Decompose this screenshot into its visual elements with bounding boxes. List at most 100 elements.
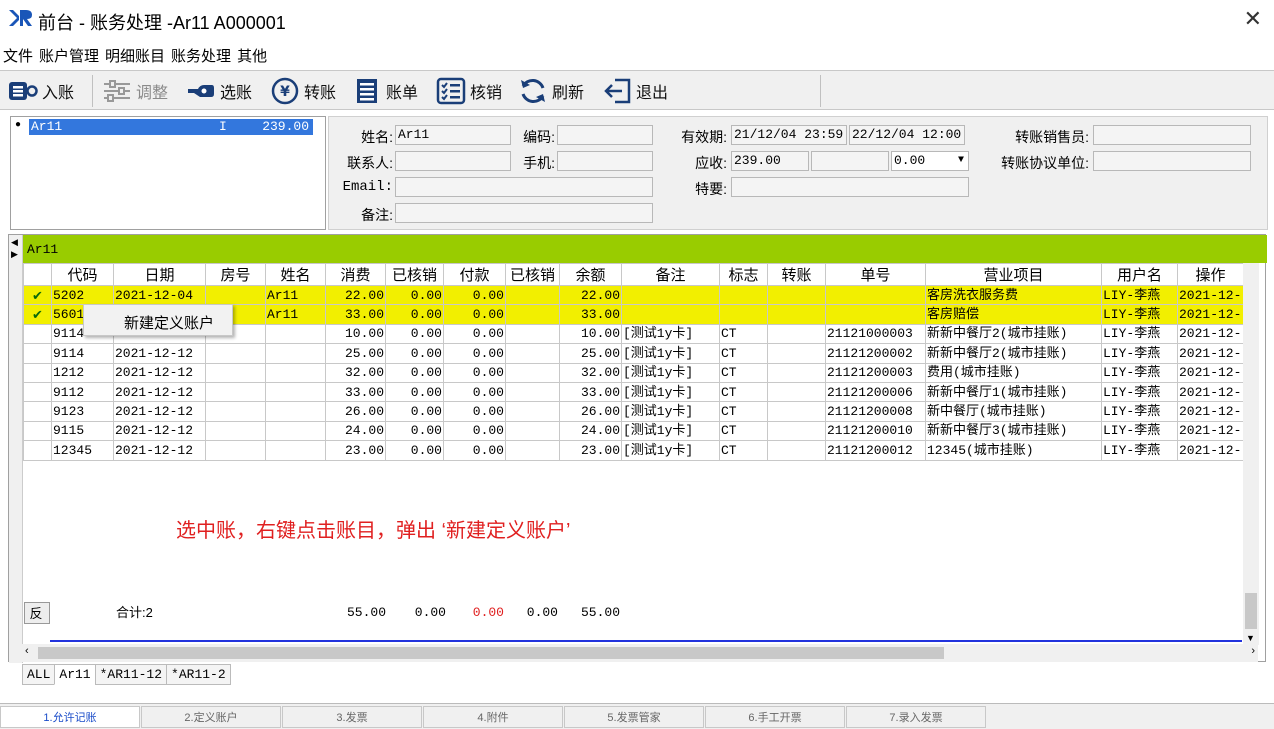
code-field[interactable] <box>557 125 653 145</box>
table-cell: CT <box>719 323 768 345</box>
tab-enter-invoice[interactable]: 7.录入发票 <box>846 706 986 728</box>
table-cell: 0.00 <box>443 304 506 325</box>
table-row[interactable]: ✔ 5202 2021-12-04 Ar11 22.00 0.00 0.00 22.00 客房洗… <box>23 284 1244 306</box>
column-header[interactable]: 消费 <box>325 263 386 286</box>
row-check-cell[interactable] <box>23 440 52 461</box>
select-account-button[interactable]: 选账 <box>186 75 252 107</box>
special-field[interactable] <box>731 177 969 197</box>
menu-accounting[interactable]: 账务处理 <box>168 42 234 69</box>
scroll-left-icon[interactable]: ‹ <box>25 645 29 657</box>
transfer-unit-field[interactable] <box>1093 151 1251 171</box>
row-check-cell[interactable] <box>23 401 52 422</box>
table-row[interactable]: 12345 2021-12-12 23.00 0.00 0.00 23.00 [测试1y卡]… <box>23 440 1244 461</box>
table-cell: 2021-12- <box>1177 401 1244 422</box>
mobile-field[interactable] <box>557 151 653 171</box>
table-row[interactable]: 9114 2021-12-12 25.00 0.00 0.00 25.00 [测试1y卡] C… <box>23 343 1244 364</box>
table-row[interactable]: 9123 2021-12-12 26.00 0.00 0.00 26.00 [测试1y卡] C… <box>23 401 1244 422</box>
close-icon[interactable]: ✕ <box>1244 6 1262 32</box>
column-header[interactable]: 日期 <box>113 263 206 286</box>
sub-tab-all[interactable]: ALL <box>22 664 56 685</box>
table-row[interactable]: 9112 2021-12-12 33.00 0.00 0.00 33.00 [测试1y卡] C… <box>23 381 1244 403</box>
row-check-cell[interactable] <box>23 420 52 442</box>
bill-button[interactable]: 账单 <box>354 75 418 107</box>
column-header[interactable]: 付款 <box>443 263 506 286</box>
name-field[interactable]: Ar11 <box>395 125 511 145</box>
account-list-item[interactable]: Ar11 I 239.00 <box>29 119 313 135</box>
table-cell <box>205 284 266 306</box>
row-check-cell[interactable] <box>23 323 52 345</box>
table-cell: [测试1y卡] <box>621 420 720 442</box>
sub-tab-ar11-2[interactable]: *AR11-2 <box>166 664 231 685</box>
total-written-off-2: 0.00 <box>526 605 558 620</box>
receivable-field[interactable]: 239.00 <box>731 151 809 171</box>
column-header[interactable]: 代码 <box>51 263 114 286</box>
menu-other[interactable]: 其他 <box>234 42 270 69</box>
refresh-button[interactable]: 刷新 <box>518 75 584 107</box>
contact-field[interactable] <box>395 151 511 171</box>
tab-attachment[interactable]: 4.附件 <box>423 706 563 728</box>
scroll-down-icon[interactable]: ▼ <box>1246 633 1255 643</box>
remark-field[interactable] <box>395 203 653 223</box>
table-cell: 33.00 <box>325 381 386 403</box>
menu-detail-items[interactable]: 明细账目 <box>102 42 168 69</box>
writeoff-button[interactable]: 核销 <box>436 75 502 107</box>
column-header[interactable]: 姓名 <box>265 263 326 286</box>
table-cell <box>719 304 768 325</box>
menu-file[interactable]: 文件 <box>0 42 36 69</box>
transfer-button[interactable]: ¥ 转账 <box>270 75 336 107</box>
table-row[interactable]: 9115 2021-12-12 24.00 0.00 0.00 24.00 [测试1y卡] C… <box>23 420 1244 442</box>
sub-tab-ar11-12[interactable]: *AR11-12 <box>94 664 168 685</box>
transfer-sales-field[interactable] <box>1093 125 1251 145</box>
menu-account-mgmt[interactable]: 账户管理 <box>36 42 102 69</box>
tab-invoice-manager[interactable]: 5.发票管家 <box>564 706 704 728</box>
adjust-button[interactable]: 调整 <box>102 75 168 107</box>
row-check-cell[interactable] <box>23 362 52 383</box>
tab-define-account[interactable]: 2.定义账户 <box>141 706 281 728</box>
column-header[interactable]: 已核销 <box>385 263 444 286</box>
row-check-cell[interactable] <box>23 343 52 364</box>
tab-allow-posting[interactable]: 1.允许记账 <box>0 706 140 728</box>
table-cell: 9112 <box>51 381 114 403</box>
check-icon[interactable]: ✔ <box>23 304 52 325</box>
collapse-arrow-icon[interactable]: ◀ <box>11 237 18 248</box>
column-header[interactable]: 标志 <box>719 263 768 286</box>
sub-tab-ar11[interactable]: Ar11 <box>54 664 96 685</box>
tab-invoice[interactable]: 3.发票 <box>282 706 422 728</box>
context-menu: 新建定义账户 <box>83 304 233 336</box>
scroll-right-icon[interactable]: › <box>1251 645 1255 657</box>
table-cell: 2021-12-12 <box>113 362 206 383</box>
horizontal-scrollbar[interactable]: ‹ › <box>22 644 1258 662</box>
column-header[interactable]: 操作 <box>1177 263 1244 286</box>
horizontal-scroll-thumb[interactable] <box>38 647 944 659</box>
vertical-scrollbar[interactable]: ▼ <box>1243 263 1259 645</box>
table-cell: 10.00 <box>325 323 386 345</box>
column-header[interactable]: 已核销 <box>505 263 560 286</box>
vertical-scroll-thumb[interactable] <box>1245 593 1257 629</box>
table-cell: Ar11 <box>265 304 326 325</box>
receivable-field-2[interactable] <box>811 151 889 171</box>
column-header[interactable]: 单号 <box>825 263 926 286</box>
valid-to-field[interactable]: 22/12/04 12:00 <box>849 125 965 145</box>
column-header[interactable]: 房号 <box>205 263 266 286</box>
table-cell <box>621 284 720 306</box>
expand-arrow-icon[interactable]: ▶ <box>11 249 18 260</box>
column-header[interactable]: 转账 <box>767 263 826 286</box>
table-row[interactable]: 1212 2021-12-12 32.00 0.00 0.00 32.00 [测试1y卡] C… <box>23 362 1244 383</box>
check-icon[interactable]: ✔ <box>23 284 52 306</box>
column-header[interactable]: 余额 <box>559 263 622 286</box>
valid-from-field[interactable]: 21/12/04 23:59 <box>731 125 847 145</box>
writeoff-label: 核销 <box>470 85 503 102</box>
context-menu-item-new-defined-account[interactable]: 新建定义账户 <box>124 315 214 332</box>
email-field[interactable] <box>395 177 653 197</box>
column-header[interactable]: 备注 <box>621 263 720 286</box>
row-check-cell[interactable] <box>23 381 52 403</box>
table-cell <box>205 440 266 461</box>
tab-manual-invoice[interactable]: 6.手工开票 <box>705 706 845 728</box>
post-entry-button[interactable]: 入账 <box>8 75 74 107</box>
exit-button[interactable]: 退出 <box>602 75 668 107</box>
reverse-button[interactable]: 反 <box>24 602 50 624</box>
column-header[interactable]: 用户名 <box>1101 263 1178 286</box>
column-header[interactable]: 营业项目 <box>925 263 1102 286</box>
table-cell: CT <box>719 381 768 403</box>
receivable-dropdown[interactable]: 0.00 ▼ <box>891 151 969 171</box>
